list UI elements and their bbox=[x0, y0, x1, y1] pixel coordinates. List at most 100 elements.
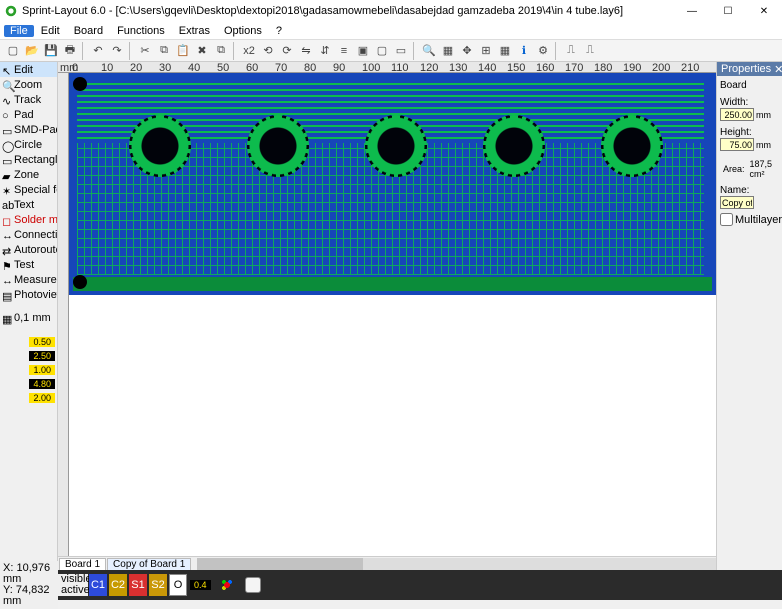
layer-s2-button[interactable]: S2 bbox=[149, 574, 167, 596]
delete-button[interactable]: ✖ bbox=[193, 42, 211, 60]
tool-label: Edit bbox=[14, 64, 33, 76]
mirror-v-button[interactable]: ⇵ bbox=[316, 42, 334, 60]
gate1-button[interactable]: ⎍ bbox=[562, 42, 580, 60]
open-button[interactable]: 📂 bbox=[23, 42, 41, 60]
tube-socket bbox=[365, 115, 427, 177]
menu-?[interactable]: ? bbox=[269, 24, 289, 38]
info-button[interactable]: ℹ bbox=[515, 42, 533, 60]
close-button[interactable]: ✕ bbox=[746, 0, 782, 22]
height-input[interactable] bbox=[720, 138, 754, 151]
tool-label: Zone bbox=[14, 169, 39, 181]
menu-options[interactable]: Options bbox=[217, 24, 269, 38]
align-button[interactable]: ≡ bbox=[335, 42, 353, 60]
tool-smd-pad[interactable]: ▭SMD-Pad bbox=[0, 122, 57, 137]
menu-edit[interactable]: Edit bbox=[34, 24, 67, 38]
size-preset[interactable]: 2.50 bbox=[29, 351, 55, 361]
size-preset[interactable]: 2.00 bbox=[29, 393, 55, 403]
tool-connections[interactable]: ↔Connections bbox=[0, 227, 57, 242]
layer-s1-button[interactable]: S1 bbox=[129, 574, 147, 596]
close-panel-icon[interactable]: ✕ bbox=[771, 63, 782, 76]
menu-file[interactable]: File bbox=[4, 25, 34, 37]
status-value: 0.4 bbox=[190, 580, 211, 590]
new-button[interactable]: ▢ bbox=[4, 42, 22, 60]
ungroup-button[interactable]: ▢ bbox=[373, 42, 391, 60]
gear-button[interactable]: ⚙ bbox=[534, 42, 552, 60]
minimize-button[interactable]: — bbox=[674, 0, 710, 22]
main-toolbar: ▢📂💾🖶↶↷✂⧉📋✖⧉x2⟲⟳⇋⇵≡▣▢▭🔍▦✥⊞▦ℹ⚙⎍⎍ bbox=[0, 40, 782, 62]
maximize-button[interactable]: ☐ bbox=[710, 0, 746, 22]
tool-rectangle[interactable]: ▭Rectangle▾ bbox=[0, 152, 57, 167]
multilayer-check[interactable] bbox=[720, 213, 733, 226]
tool-autoroute[interactable]: ⇄Autoroute bbox=[0, 242, 57, 257]
board-name-input[interactable] bbox=[720, 196, 754, 209]
cut-button[interactable]: ✂ bbox=[136, 42, 154, 60]
tube-socket bbox=[601, 115, 663, 177]
paste-button[interactable]: 📋 bbox=[174, 42, 192, 60]
multilayer-checkbox[interactable]: Multilayer bbox=[717, 211, 782, 228]
loop-icon[interactable] bbox=[245, 577, 261, 593]
tool-solder-mask[interactable]: ◻Solder mask bbox=[0, 212, 57, 227]
copy-button[interactable]: ⧉ bbox=[155, 42, 173, 60]
grid-button[interactable]: ▦ bbox=[496, 42, 514, 60]
save-button[interactable]: 💾 bbox=[42, 42, 60, 60]
board-tab[interactable]: Board 1 bbox=[59, 558, 106, 570]
tool-track[interactable]: ∿Track bbox=[0, 92, 57, 107]
menu-board[interactable]: Board bbox=[67, 24, 110, 38]
mirror-h-button[interactable]: ⇋ bbox=[297, 42, 315, 60]
snap-button[interactable]: ⊞ bbox=[477, 42, 495, 60]
size-preset[interactable]: 0.50 bbox=[29, 337, 55, 347]
tool-edit[interactable]: ↖Edit bbox=[0, 62, 57, 77]
ruler-tick: 130 bbox=[449, 62, 467, 73]
layer-colors-icon[interactable] bbox=[219, 577, 235, 593]
layer-o-button[interactable]: O bbox=[169, 574, 187, 596]
tool-zone[interactable]: ▰Zone bbox=[0, 167, 57, 182]
tool-special-form[interactable]: ✶Special form bbox=[0, 182, 57, 197]
tool-pad[interactable]: ○Pad bbox=[0, 107, 57, 122]
photo-icon: ▤ bbox=[2, 290, 12, 300]
rot-r-button[interactable]: ⟳ bbox=[278, 42, 296, 60]
measure-icon: ↔ bbox=[2, 275, 12, 285]
ruler-tick: 70 bbox=[275, 62, 287, 73]
tool-test[interactable]: ⚑Test bbox=[0, 257, 57, 272]
size-preset[interactable]: 4.80 bbox=[29, 379, 55, 389]
tool-photoview[interactable]: ▤Photoview bbox=[0, 287, 57, 302]
undo-button[interactable]: ↶ bbox=[89, 42, 107, 60]
layer-c2-button[interactable]: C2 bbox=[109, 574, 127, 596]
menu-extras[interactable]: Extras bbox=[172, 24, 217, 38]
tool-circle[interactable]: ◯Circle bbox=[0, 137, 57, 152]
ruler-tick: 140 bbox=[478, 62, 496, 73]
redo-button[interactable]: ↷ bbox=[108, 42, 126, 60]
tool-text[interactable]: abText bbox=[0, 197, 57, 212]
grid-setting[interactable]: ▦0,1 mm bbox=[0, 310, 57, 325]
rot-l-button[interactable]: ⟲ bbox=[259, 42, 277, 60]
layer-c1-button[interactable]: C1 bbox=[89, 574, 107, 596]
ruler-tick: 20 bbox=[130, 62, 142, 73]
dup-button[interactable]: ⧉ bbox=[212, 42, 230, 60]
print-button[interactable]: 🖶 bbox=[61, 42, 79, 60]
menu-functions[interactable]: Functions bbox=[110, 24, 172, 38]
smd-icon: ▭ bbox=[2, 125, 12, 135]
tool-measure[interactable]: ↔Measure bbox=[0, 272, 57, 287]
ruler-tick: 30 bbox=[159, 62, 171, 73]
tool-label: Measure bbox=[14, 274, 57, 286]
width-input[interactable] bbox=[720, 108, 754, 121]
pcb-canvas[interactable] bbox=[69, 73, 716, 556]
unit-label: mm bbox=[756, 110, 771, 120]
grid-icon: ▦ bbox=[2, 313, 12, 323]
size-preset[interactable]: 1.00 bbox=[29, 365, 55, 375]
tool-label: Connections bbox=[14, 229, 58, 241]
group-button[interactable]: ▣ bbox=[354, 42, 372, 60]
delete2-button[interactable]: ▭ bbox=[392, 42, 410, 60]
tool-label: Test bbox=[14, 259, 34, 271]
h-scrollbar[interactable] bbox=[197, 558, 716, 570]
x2-button[interactable]: x2 bbox=[240, 42, 258, 60]
select-button[interactable]: ▦ bbox=[439, 42, 457, 60]
track-icon: ∿ bbox=[2, 95, 12, 105]
target-button[interactable]: ✥ bbox=[458, 42, 476, 60]
tool-zoom[interactable]: 🔍Zoom bbox=[0, 77, 57, 92]
board-tab[interactable]: Copy of Board 1 bbox=[107, 558, 191, 570]
zoom-tool-button[interactable]: 🔍 bbox=[420, 42, 438, 60]
gate2-button[interactable]: ⎍ bbox=[581, 42, 599, 60]
mounting-hole bbox=[73, 275, 87, 289]
tool-label: Photoview bbox=[14, 289, 58, 301]
